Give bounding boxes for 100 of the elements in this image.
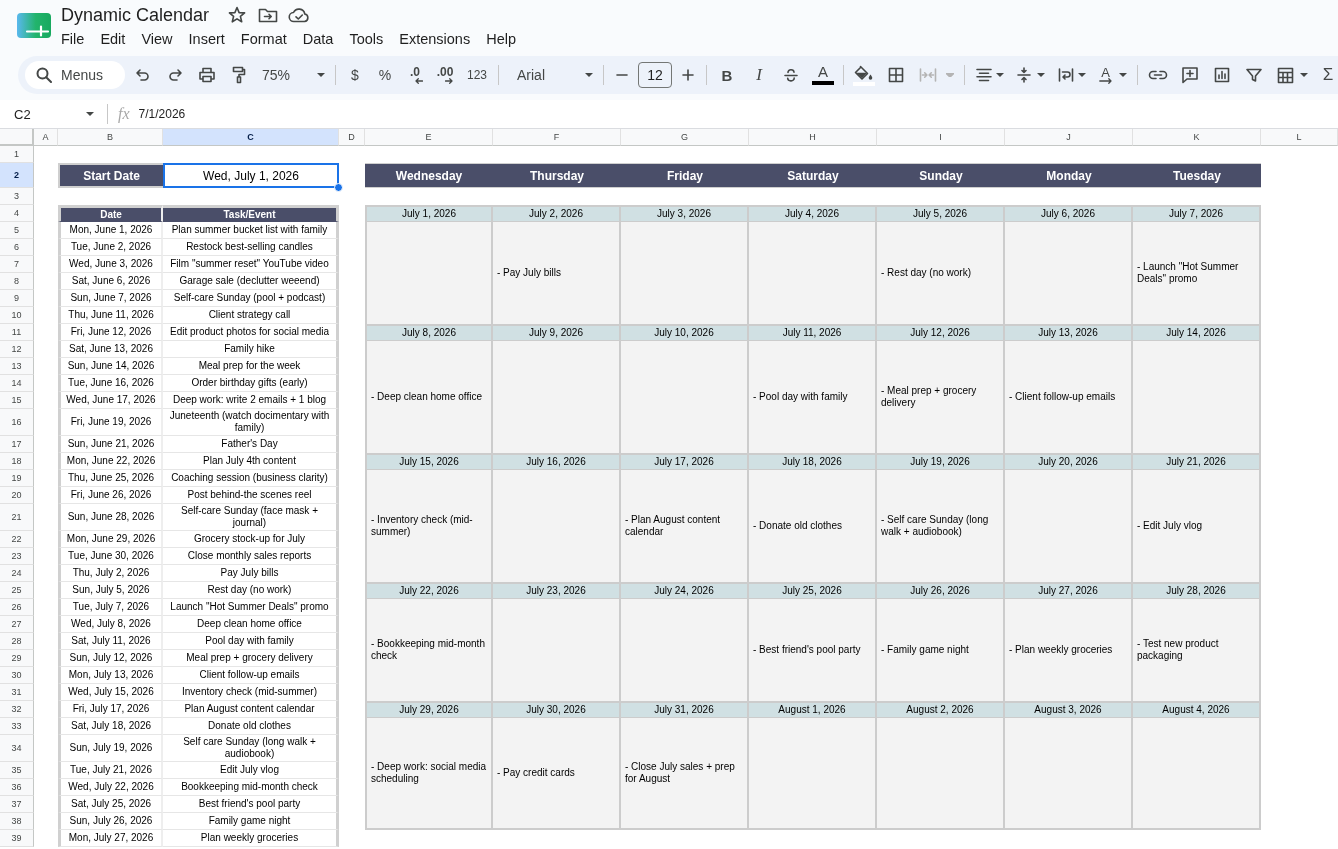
column-header[interactable]: E	[365, 129, 493, 146]
row-header[interactable]: 34	[0, 735, 34, 762]
row-header[interactable]: 23	[0, 548, 34, 565]
table-cell: Plan weekly groceries	[163, 830, 339, 847]
calendar-date-cell: July 9, 2026	[493, 324, 621, 341]
menu-search-field[interactable]: Menus	[25, 61, 125, 89]
percent-button[interactable]: %	[372, 61, 398, 89]
column-header[interactable]: F	[493, 129, 621, 146]
row-header[interactable]: 27	[0, 616, 34, 633]
menu-item[interactable]: Edit	[100, 31, 126, 47]
column-header[interactable]: C	[163, 129, 339, 146]
calendar-date-cell: July 24, 2026	[621, 582, 749, 599]
row-header[interactable]: 4	[0, 205, 34, 222]
column-header[interactable]: D	[339, 129, 365, 146]
row-header[interactable]: 3	[0, 188, 34, 205]
row-header[interactable]: 36	[0, 779, 34, 796]
table-cell: Close monthly sales reports	[163, 548, 339, 565]
menu-item[interactable]: Help	[486, 31, 516, 47]
name-box[interactable]: C2	[0, 102, 100, 126]
row-header[interactable]: 14	[0, 375, 34, 392]
increase-decimal-button[interactable]: .00	[432, 61, 458, 89]
calendar-date-cell: July 19, 2026	[877, 453, 1005, 470]
row-header[interactable]: 16	[0, 409, 34, 436]
row-header[interactable]: 39	[0, 830, 34, 847]
menu-item[interactable]: Extensions	[399, 31, 471, 47]
table-cell: Tue, June 30, 2026	[58, 548, 163, 565]
row-header[interactable]: 30	[0, 667, 34, 684]
row-header[interactable]: 33	[0, 718, 34, 735]
row-header[interactable]: 21	[0, 504, 34, 531]
table-header-cell: Date	[58, 205, 163, 222]
menu-item[interactable]: Tools	[349, 31, 384, 47]
row-header[interactable]: 1	[0, 146, 34, 163]
row-header[interactable]: 35	[0, 762, 34, 779]
fill-handle[interactable]	[334, 183, 343, 192]
column-header[interactable]: I	[877, 129, 1005, 146]
column-header[interactable]: A	[34, 129, 58, 146]
formula-input[interactable]: 7/1/2026	[138, 107, 186, 121]
menu-item[interactable]: Insert	[188, 31, 225, 47]
row-header[interactable]: 32	[0, 701, 34, 718]
row-header[interactable]: 12	[0, 341, 34, 358]
table-cell: Sun, July 26, 2026	[58, 813, 163, 830]
text-rotation-button[interactable]: A	[1094, 61, 1131, 89]
row-header[interactable]: 13	[0, 358, 34, 375]
calendar-day-cell: - Best friend's pool party	[749, 599, 877, 701]
calendar-date-cell: July 17, 2026	[621, 453, 749, 470]
calendar-date-cell: July 7, 2026	[1133, 205, 1261, 222]
calendar-day-cell: - Client follow-up emails	[1005, 341, 1133, 453]
table-cell: Wed, June 3, 2026	[58, 256, 163, 273]
column-header[interactable]: B	[58, 129, 163, 146]
table-cell: Tue, July 7, 2026	[58, 599, 163, 616]
column-header[interactable]: H	[749, 129, 877, 146]
row-header[interactable]: 24	[0, 565, 34, 582]
row-header[interactable]: 31	[0, 684, 34, 701]
zoom-dropdown[interactable]: 75%	[257, 61, 329, 89]
menu-item[interactable]: Format	[240, 31, 287, 47]
text-color-button[interactable]: A	[809, 61, 837, 89]
paint-bucket-icon	[853, 64, 875, 86]
bold-button[interactable]: B	[713, 61, 741, 89]
row-header[interactable]: 7	[0, 256, 34, 273]
row-header[interactable]: 19	[0, 470, 34, 487]
number-format-button[interactable]: 123	[462, 61, 492, 89]
currency-button[interactable]: $	[342, 61, 368, 89]
table-cell: Film "summer reset" YouTube video	[163, 256, 339, 273]
decrease-decimal-button[interactable]: .0	[402, 61, 428, 89]
calendar-day-cell: - Plan weekly groceries	[1005, 599, 1133, 701]
column-header[interactable]: K	[1133, 129, 1261, 146]
menu-item[interactable]: File	[61, 31, 85, 47]
row-header[interactable]: 22	[0, 531, 34, 548]
column-header[interactable]: J	[1005, 129, 1133, 146]
row-header[interactable]: 10	[0, 307, 34, 324]
menu-item[interactable]: View	[141, 31, 173, 47]
row-header[interactable]: 37	[0, 796, 34, 813]
row-header[interactable]: 28	[0, 633, 34, 650]
row-header[interactable]: 8	[0, 273, 34, 290]
row-header[interactable]: 11	[0, 324, 34, 341]
font-size-field[interactable]: 12	[638, 62, 672, 88]
row-header[interactable]: 20	[0, 487, 34, 504]
column-header[interactable]: G	[621, 129, 749, 146]
table-cell: Thu, June 11, 2026	[58, 307, 163, 324]
row-header[interactable]: 18	[0, 453, 34, 470]
row-header[interactable]: 6	[0, 239, 34, 256]
row-header[interactable]: 25	[0, 582, 34, 599]
calendar-date-cell: August 3, 2026	[1005, 701, 1133, 718]
row-header[interactable]: 29	[0, 650, 34, 667]
row-header[interactable]: 5	[0, 222, 34, 239]
row-header[interactable]: 26	[0, 599, 34, 616]
column-header[interactable]: L	[1261, 129, 1338, 146]
row-header[interactable]: 38	[0, 813, 34, 830]
table-icon	[1277, 66, 1295, 84]
row-header[interactable]: 17	[0, 436, 34, 453]
table-cell: Sun, June 14, 2026	[58, 358, 163, 375]
italic-button[interactable]: I	[745, 61, 773, 89]
calendar-day-cell: - Pool day with family	[749, 341, 877, 453]
row-header[interactable]: 2	[0, 163, 34, 188]
font-dropdown[interactable]: Arial	[505, 61, 597, 89]
functions-button[interactable]: Σ	[1316, 61, 1338, 89]
document-title[interactable]: Dynamic Calendar	[61, 4, 210, 26]
menu-item[interactable]: Data	[302, 31, 334, 47]
row-header[interactable]: 9	[0, 290, 34, 307]
row-header[interactable]: 15	[0, 392, 34, 409]
